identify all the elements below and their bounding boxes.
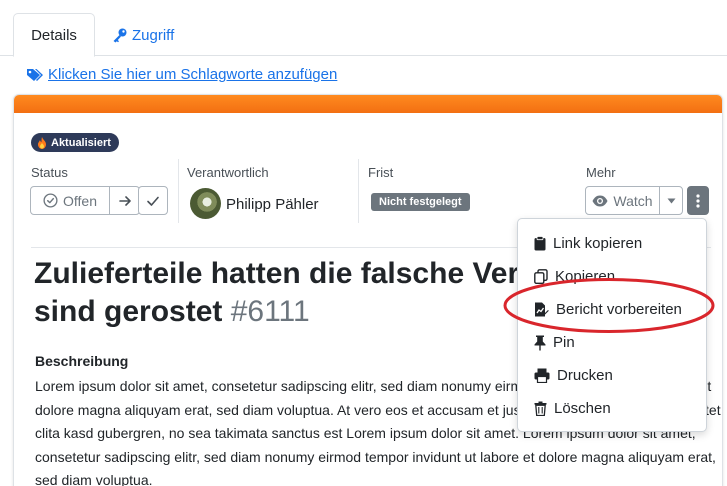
caret-down-icon bbox=[667, 198, 675, 203]
menu-item-label: Pin bbox=[553, 334, 575, 351]
more-label: Mehr bbox=[586, 165, 616, 180]
tags-icon bbox=[27, 68, 43, 81]
fire-icon bbox=[38, 136, 46, 149]
updated-badge: Aktualisiert bbox=[31, 133, 119, 152]
issue-number: #6111 bbox=[230, 295, 310, 328]
tab-zugriff-label: Zugriff bbox=[132, 26, 175, 44]
divider bbox=[358, 159, 359, 223]
watch-options-button[interactable] bbox=[659, 186, 683, 215]
description-heading: Beschreibung bbox=[35, 353, 129, 369]
clipboard-icon bbox=[534, 236, 546, 251]
eye-icon bbox=[592, 195, 608, 206]
circle-check-icon bbox=[43, 193, 58, 208]
assignee-label: Verantwortlich bbox=[187, 165, 269, 180]
ellipsis-vertical-icon bbox=[696, 193, 700, 208]
card-accent-bar bbox=[14, 95, 722, 113]
check-icon bbox=[147, 196, 159, 206]
print-icon bbox=[534, 368, 550, 383]
key-icon bbox=[113, 28, 127, 43]
add-tags-label: Klicken Sie hier um Schlagworte anzufüge… bbox=[48, 66, 338, 83]
deadline-label: Frist bbox=[368, 165, 394, 180]
status-label: Status bbox=[31, 165, 68, 180]
next-status-button[interactable] bbox=[109, 186, 140, 215]
menu-item-copy-link[interactable]: Link kopieren bbox=[518, 227, 706, 260]
watch-label: Watch bbox=[613, 192, 653, 209]
menu-item-label: Link kopieren bbox=[553, 235, 643, 252]
resolve-button[interactable] bbox=[138, 186, 168, 215]
tab-details[interactable]: Details bbox=[13, 13, 95, 57]
tab-details-label: Details bbox=[31, 26, 77, 44]
avatar bbox=[190, 188, 221, 219]
menu-item-label: Löschen bbox=[554, 400, 611, 417]
pin-icon bbox=[534, 335, 546, 350]
divider bbox=[178, 159, 179, 223]
tab-zugriff[interactable]: Zugriff bbox=[96, 13, 190, 57]
trash-icon bbox=[534, 401, 547, 416]
tab-bar: Details Zugriff bbox=[0, 0, 727, 57]
updated-badge-label: Aktualisiert bbox=[51, 136, 111, 149]
status-button[interactable]: Offen bbox=[30, 186, 110, 215]
add-tags-link[interactable]: Klicken Sie hier um Schlagworte anzufüge… bbox=[26, 66, 337, 83]
status-value: Offen bbox=[63, 192, 97, 209]
deadline-badge[interactable]: Nicht festgelegt bbox=[371, 193, 470, 211]
watch-button[interactable]: Watch bbox=[585, 186, 660, 215]
arrow-right-icon bbox=[118, 195, 131, 206]
more-actions-button[interactable] bbox=[687, 186, 709, 215]
menu-item-print[interactable]: Drucken bbox=[518, 359, 706, 392]
highlight-ellipse bbox=[503, 278, 715, 333]
menu-item-delete[interactable]: Löschen bbox=[518, 392, 706, 425]
menu-item-label: Drucken bbox=[557, 367, 613, 384]
assignee-name[interactable]: Philipp Pähler bbox=[226, 196, 319, 213]
